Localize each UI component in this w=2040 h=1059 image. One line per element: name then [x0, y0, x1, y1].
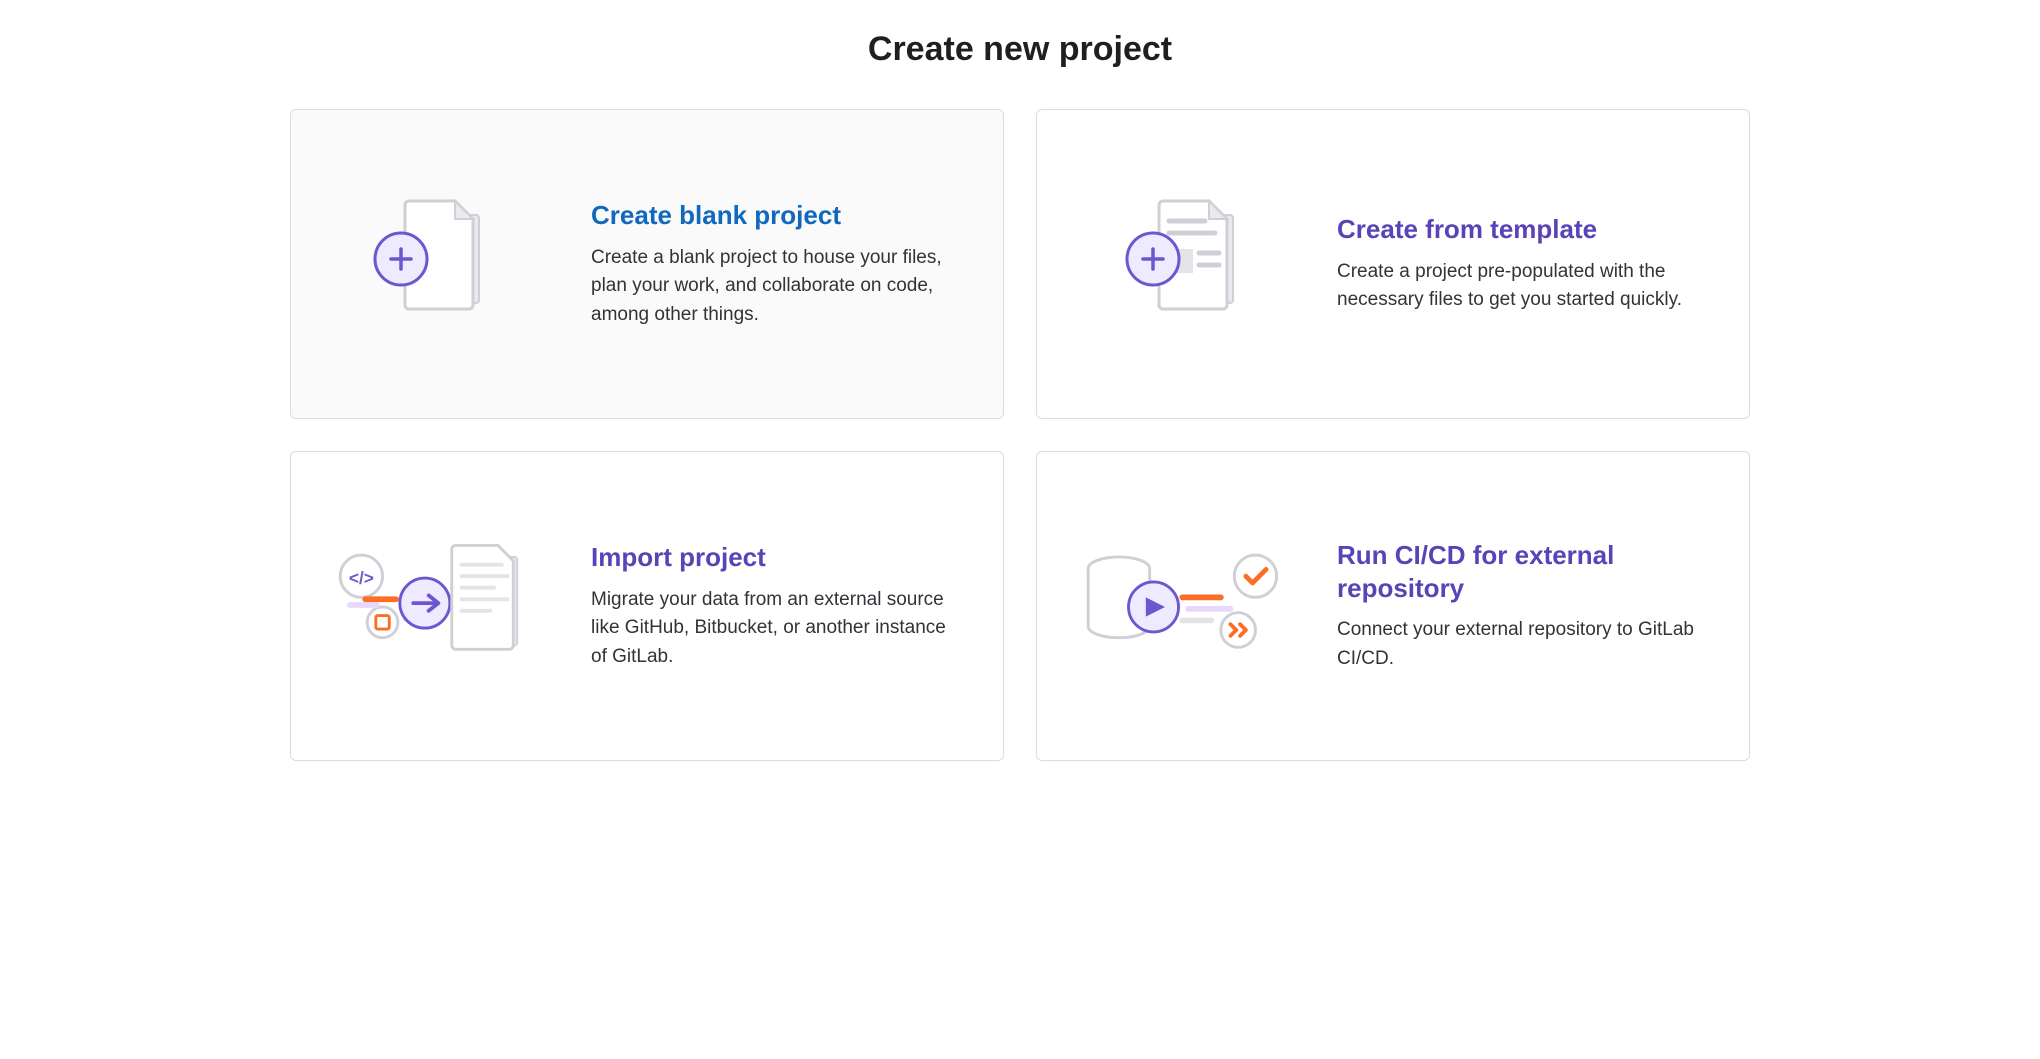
panel-description-create-blank-project: Create a blank project to house your fil… — [591, 244, 953, 330]
illustration-cicd — [1067, 521, 1317, 691]
panel-create-from-template[interactable]: Create from template Create a project pr… — [1036, 109, 1750, 419]
page-title: Create new project — [290, 30, 1750, 69]
panel-text-area: Create from template Create a project pr… — [1317, 213, 1699, 315]
panel-heading-create-from-template: Create from template — [1337, 213, 1699, 246]
panel-heading-create-blank-project: Create blank project — [591, 199, 953, 232]
template-icon — [1107, 179, 1277, 349]
cicd-icon — [1067, 521, 1317, 691]
panel-grid: Create blank project Create a blank proj… — [290, 109, 1750, 761]
panel-description-import-project: Migrate your data from an external sourc… — [591, 586, 953, 672]
panel-create-blank-project[interactable]: Create blank project Create a blank proj… — [290, 109, 1004, 419]
panel-import-project[interactable]: </> — [290, 451, 1004, 761]
panel-text-area: Import project Migrate your data from an… — [571, 541, 953, 671]
illustration-import: </> — [321, 521, 571, 691]
panel-text-area: Create blank project Create a blank proj… — [571, 199, 953, 329]
panel-heading-run-cicd: Run CI/CD for external repository — [1337, 539, 1699, 604]
svg-text:</>: </> — [349, 568, 374, 588]
panel-text-area: Run CI/CD for external repository Connec… — [1317, 539, 1699, 673]
panel-run-cicd-external[interactable]: Run CI/CD for external repository Connec… — [1036, 451, 1750, 761]
panel-description-run-cicd: Connect your external repository to GitL… — [1337, 616, 1699, 673]
create-project-page: Create new project Create blank project — [270, 0, 1770, 821]
panel-heading-import-project: Import project — [591, 541, 953, 574]
blank-project-icon — [361, 179, 531, 349]
illustration-blank-project — [321, 179, 571, 349]
illustration-template — [1067, 179, 1317, 349]
panel-description-create-from-template: Create a project pre-populated with the … — [1337, 258, 1699, 315]
import-icon: </> — [321, 521, 571, 691]
